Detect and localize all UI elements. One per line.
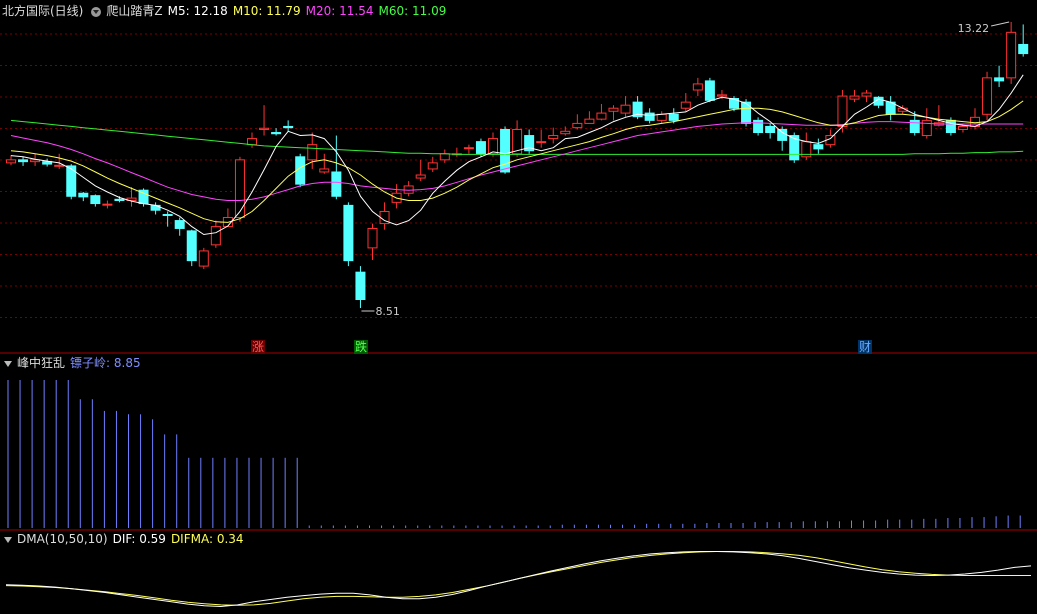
ma10-line xyxy=(10,100,1024,223)
sub1-name[interactable]: 峰中狂乱 xyxy=(17,356,65,370)
sub-panel-2-header: DMA(10,50,10) DIF: 0.59 DIFMA: 0.34 xyxy=(2,530,249,548)
candle-body xyxy=(367,227,378,249)
ma5-value: M5: 12.18 xyxy=(167,4,228,18)
candle-body xyxy=(66,165,77,197)
main-panel-header: 北方国际(日线) 爬山踏青Z M5: 12.18 M10: 11.79 M20: 11.… xyxy=(2,2,451,20)
dma-name[interactable]: DMA(10,50,10) xyxy=(17,532,108,546)
candle-body xyxy=(584,118,595,124)
candle-body xyxy=(861,92,872,97)
candle-body xyxy=(198,250,209,267)
candle-body xyxy=(572,122,583,129)
candle-body xyxy=(78,192,89,198)
low-price-label: 8.51 xyxy=(375,305,400,318)
candle-body xyxy=(1006,31,1017,79)
candle-body xyxy=(680,101,691,109)
candle-body xyxy=(343,204,354,262)
candle-body xyxy=(114,198,125,202)
ma10-value: M10: 11.79 xyxy=(232,4,301,18)
candle-body xyxy=(331,171,342,197)
candle-body xyxy=(234,159,245,219)
sub-panel-1-header: 峰中狂乱 镖子岭: 8.85 xyxy=(2,354,146,372)
candle-body xyxy=(18,159,29,163)
candle-body xyxy=(283,125,294,129)
stock-chart-canvas[interactable]: 13.22 8.51 xyxy=(0,0,1037,614)
candle-body xyxy=(849,95,860,100)
candle-body xyxy=(994,77,1005,82)
signal-rise-tag: 涨 xyxy=(251,340,266,354)
indicator-dropdown-icon[interactable] xyxy=(91,6,102,17)
candle-body xyxy=(1018,43,1029,55)
candle-body xyxy=(319,168,330,173)
candle-body xyxy=(813,144,824,150)
candle-body xyxy=(716,94,727,97)
candle-body xyxy=(982,77,993,115)
candle-body xyxy=(620,104,631,114)
indicator-name[interactable]: 爬山踏青Z xyxy=(106,4,162,18)
candle-body xyxy=(668,113,679,121)
candle-body xyxy=(150,204,161,211)
candle-body xyxy=(692,83,703,91)
candle-body xyxy=(644,112,655,121)
candle-body xyxy=(427,162,438,170)
candle-body xyxy=(174,220,185,229)
candle-body xyxy=(777,128,788,141)
dif-value: DIF: 0.59 xyxy=(112,532,166,546)
candle-body xyxy=(102,203,113,206)
candle-body xyxy=(259,127,270,130)
candle-body xyxy=(475,141,486,155)
candle-body xyxy=(560,130,571,135)
candle-body xyxy=(596,112,607,120)
candle-body xyxy=(837,95,848,127)
signal-fall-tag: 跌 xyxy=(354,340,369,354)
high-marker-line xyxy=(991,21,1010,27)
ma60-value: M60: 11.09 xyxy=(378,4,447,18)
candle-body xyxy=(765,125,776,134)
candle-body xyxy=(608,107,619,112)
collapse-arrow-icon[interactable] xyxy=(4,360,12,367)
candle-body xyxy=(271,132,282,135)
candle-body xyxy=(162,213,173,216)
candle-body xyxy=(355,271,366,300)
sub1-value: 镖子岭: 8.85 xyxy=(70,356,141,370)
collapse-arrow-icon[interactable] xyxy=(4,536,12,543)
candle-body xyxy=(548,135,559,140)
candle-body xyxy=(463,147,474,150)
difma-value: DIFMA: 0.34 xyxy=(170,532,244,546)
ma20-value: M20: 11.54 xyxy=(305,4,374,18)
candle-body xyxy=(90,195,101,205)
candle-body xyxy=(6,159,16,164)
candle-body xyxy=(210,226,221,246)
candle-body xyxy=(536,141,547,144)
candle-body xyxy=(54,164,65,167)
candle-body xyxy=(415,174,426,179)
candle-body xyxy=(753,119,764,134)
candle-body xyxy=(247,138,257,146)
candle-body xyxy=(921,119,932,137)
high-price-label: 13.22 xyxy=(958,22,990,35)
candle-body xyxy=(307,144,318,161)
candle-body xyxy=(704,80,715,101)
signal-wealth-tag: 财 xyxy=(858,340,873,354)
candle-body xyxy=(439,153,450,161)
candle-body xyxy=(957,125,968,130)
stock-title[interactable]: 北方国际(日线) xyxy=(2,4,83,18)
candle-body xyxy=(500,128,511,173)
candle-body xyxy=(186,230,197,262)
candle-body xyxy=(656,113,667,121)
